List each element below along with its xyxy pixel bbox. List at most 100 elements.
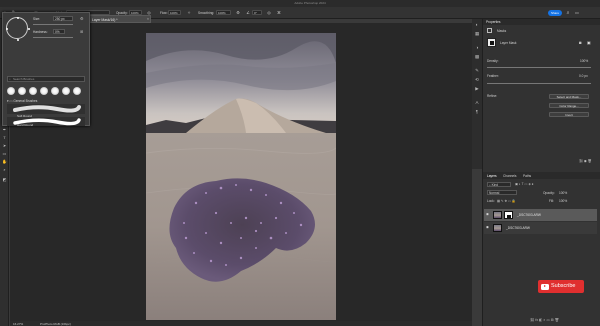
tab-paths[interactable]: Paths [523,174,531,178]
color-swatches-icon[interactable]: ◩ [1,177,8,183]
brush-search-input[interactable]: ⌕ Search Brushes [7,76,85,82]
layer-name: _DSC7603.ARW [517,213,541,217]
stroke-label: Hard Round [17,123,34,127]
layers-panel-header: Layers Channels Paths [483,172,600,179]
subscribe-button[interactable]: Subscribe [538,280,584,293]
color-range-button[interactable]: Color Range... [549,103,589,108]
actions-icon[interactable]: ▶ [474,86,480,92]
properties-footer-icons[interactable]: ⛓ ◉ 🗑 [579,159,599,164]
preset-swatch[interactable] [73,87,81,95]
flow-field[interactable]: 100% [168,10,181,15]
hand-tool-icon[interactable]: ✋ [1,159,8,165]
size-field[interactable]: 250 px [53,16,73,21]
hardness-field[interactable]: 0% [53,29,65,34]
character-icon[interactable]: A [474,100,480,106]
airbrush-icon[interactable]: ✧ [186,10,192,16]
vector-mask-icon[interactable]: ▣ [587,40,593,45]
lock-icons[interactable]: ▦ ✎ ✥ ▭ 🔒 [497,199,516,203]
panel-icon-strip: ◐ ▦ ◑ ▩ ✎ ⟲ ▶ A ¶ [472,19,482,169]
paragraph-icon[interactable]: ¶ [474,109,480,115]
new-preset-icon[interactable]: ⊞ [80,29,85,34]
preset-swatch[interactable] [40,87,48,95]
tab-channels[interactable]: Channels [503,174,516,178]
close-tab-icon[interactable]: × [147,17,149,21]
blend-mode-select[interactable]: Normal [487,190,517,195]
preset-swatch[interactable] [51,87,59,95]
invert-button[interactable]: Invert [549,112,589,117]
layer-mask-label: Layer Mask [500,41,517,45]
adjustments-icon[interactable]: ◑ [474,45,480,51]
document-tab[interactable]: Layer Mask/16) * × [89,15,151,23]
layer-filter-icons[interactable]: ▣ ◐ T ▭ ◈ ● [515,182,575,186]
density-value[interactable]: 100% [580,59,588,63]
search-placeholder: Search Brushes [13,77,35,81]
layer-filter-kind[interactable]: ⌕ Kind [487,182,511,187]
type-tool-icon[interactable]: T [1,135,8,141]
eye-icon[interactable]: ◉ [486,212,489,216]
smoothing-label: Smoothing: [198,11,215,15]
masks-label: Masks [497,28,507,33]
size-label: Size: [33,17,41,21]
pressure-size-icon[interactable]: ◎ [266,10,272,16]
eye-icon[interactable]: ◉ [486,225,489,229]
smoothing-field[interactable]: 100% [216,10,231,15]
youtube-icon [541,284,549,290]
brush-settings-panel-icon[interactable]: ✎ [474,68,480,74]
feather-slider[interactable] [487,83,591,84]
popup-settings-icon[interactable]: ⚙ [80,16,85,21]
preset-swatch[interactable] [62,87,70,95]
swatches-icon[interactable]: ▩ [474,54,480,60]
history-icon[interactable]: ⟲ [474,77,480,83]
layers-footer-icons[interactable]: ⛓ fx ◧ ◐ ▭ ⊞ 🗑 [530,318,559,322]
preset-swatch[interactable] [29,87,37,95]
preset-swatch[interactable] [18,87,26,95]
tab-layers[interactable]: Layers [487,174,497,178]
symmetry-icon[interactable]: ⵣ [276,10,282,16]
shape-tool-icon[interactable]: ▭ [1,151,8,157]
fill-value[interactable]: 100% [559,199,567,203]
title-bar: Adobe Photoshop 2024 [0,0,600,7]
fill-label: Fill: [549,199,554,203]
layers-opacity-value[interactable]: 100% [559,191,567,195]
brush-stroke-soft-round[interactable] [7,104,85,114]
share-button[interactable]: Share [548,10,562,16]
layer-row[interactable]: ◉ _DSC7603.ARW [484,222,597,234]
pen-tool-icon[interactable]: ✒ [1,127,8,133]
zoom-level[interactable]: 16.27% [13,322,23,326]
document-image[interactable] [146,33,336,320]
smoothing-settings-icon[interactable]: ⚙ [235,10,241,16]
angle-field[interactable]: 0° [252,10,262,15]
feather-value[interactable]: 0.0 px [579,74,588,78]
color-profile: ProPhoto RGB (16bpc) [40,321,71,326]
mask-type-icon [487,28,492,33]
layer-row[interactable]: ◉ _DSC7603.ARW [484,209,597,221]
select-and-mask-button[interactable]: Select and Mask... [549,94,589,99]
layer-mask-thumbnail[interactable] [504,211,513,219]
flow-label: Flow: [160,11,168,15]
workspace-icon[interactable]: ▭ [574,10,580,16]
subscribe-label: Subscribe [551,283,576,289]
hardness-label: Hardness: [33,30,48,34]
preset-swatch[interactable] [7,87,15,95]
feather-label: Feather: [487,74,499,78]
mask-thumbnail[interactable] [487,38,496,47]
layer-name: _DSC7603.ARW [506,226,530,230]
status-bar: 16.27% ProPhoto RGB (16bpc) [10,321,472,326]
search-icon[interactable]: ⌕ [565,10,571,16]
hardness-slider[interactable] [33,37,73,38]
document-tab-label: Layer Mask/16) * [92,17,118,22]
zoom-tool-icon[interactable]: ⌕ [1,167,8,173]
learn-icon[interactable]: ◐ [474,22,480,28]
properties-panel-header: Properties [483,19,600,25]
properties-title: Properties [486,20,501,25]
brush-tip-preview[interactable] [6,17,30,41]
angle-icon: ∠ [246,10,250,15]
layer-thumbnail [493,224,502,232]
brush-group-header[interactable]: ▾ ▭ General Brushes [7,99,37,103]
path-select-icon[interactable]: ➤ [1,143,8,149]
libraries-icon[interactable]: ▦ [474,31,480,37]
pixel-mask-icon[interactable]: ◙ [579,40,585,45]
size-slider[interactable] [33,24,73,25]
layer-thumbnail [493,211,502,219]
density-slider[interactable] [487,67,591,68]
